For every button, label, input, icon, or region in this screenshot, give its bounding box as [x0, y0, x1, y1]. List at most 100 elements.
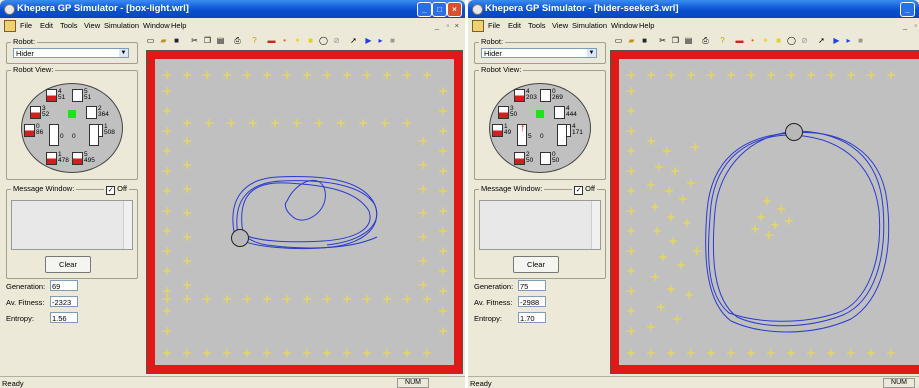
- menu-view[interactable]: View: [84, 21, 100, 30]
- light-tool-icon[interactable]: •: [280, 36, 289, 45]
- cut-icon[interactable]: ✂: [658, 36, 667, 45]
- menu-tools[interactable]: Tools: [60, 21, 78, 30]
- menu-help[interactable]: Help: [639, 21, 654, 30]
- open-icon[interactable]: ▰: [159, 36, 168, 45]
- message-area[interactable]: [479, 200, 601, 250]
- save-icon[interactable]: ■: [172, 36, 181, 45]
- wall-tool-icon[interactable]: ▬: [267, 36, 276, 45]
- num-lock-indicator: NUM: [883, 378, 915, 388]
- print-icon[interactable]: ⎙: [701, 36, 710, 45]
- entropy-field[interactable]: 1.70: [518, 312, 546, 323]
- generation-label: Generation:: [6, 282, 46, 291]
- menu-help[interactable]: Help: [171, 21, 186, 30]
- robot-select[interactable]: Hider ▼: [481, 48, 597, 58]
- box-tool-icon[interactable]: ■: [306, 36, 315, 45]
- box-tool-icon[interactable]: ■: [774, 36, 783, 45]
- robot-group: Robot: Hider ▼: [6, 37, 138, 64]
- menu-edit[interactable]: Edit: [508, 21, 521, 30]
- print-icon[interactable]: ⎙: [233, 36, 242, 45]
- copy-icon[interactable]: ❐: [671, 36, 680, 45]
- fitness-field[interactable]: -2323: [50, 296, 78, 307]
- wall-tool-icon[interactable]: ▬: [735, 36, 744, 45]
- generation-field[interactable]: 69: [50, 280, 78, 291]
- select-icon[interactable]: ➚: [817, 36, 826, 45]
- menu-tools[interactable]: Tools: [528, 21, 546, 30]
- save-icon[interactable]: ■: [640, 36, 649, 45]
- menu-window[interactable]: Window: [143, 21, 170, 30]
- arena[interactable]: [146, 50, 463, 374]
- document-icon[interactable]: [472, 20, 484, 32]
- sensor-value: 86: [36, 129, 44, 136]
- arena[interactable]: [610, 50, 919, 374]
- new-icon[interactable]: ▭: [614, 36, 623, 45]
- menu-file[interactable]: File: [20, 21, 32, 30]
- message-area[interactable]: [11, 200, 133, 250]
- menu-view[interactable]: View: [552, 21, 568, 30]
- app-icon[interactable]: [4, 4, 15, 15]
- fitness-field[interactable]: -2988: [518, 296, 546, 307]
- stop-icon[interactable]: ■: [856, 36, 865, 45]
- document-icon[interactable]: [4, 20, 16, 32]
- new-icon[interactable]: ▭: [146, 36, 155, 45]
- title-bar[interactable]: Khepera GP Simulator - [box-light.wrl] _…: [0, 0, 465, 18]
- run-icon[interactable]: ▶: [832, 36, 841, 45]
- maximize-icon[interactable]: □: [432, 2, 447, 17]
- robot[interactable]: [231, 229, 249, 247]
- check-icon[interactable]: ✓: [106, 186, 116, 195]
- app-icon[interactable]: [472, 4, 483, 15]
- disabled-tool-icon[interactable]: ⊘: [800, 36, 809, 45]
- sensor-value: 478: [58, 157, 69, 164]
- step-icon[interactable]: ▸: [376, 36, 385, 45]
- lamp-tool-icon[interactable]: ✦: [293, 36, 302, 45]
- off-checkbox[interactable]: ✓ Off: [572, 184, 597, 195]
- select-icon[interactable]: ➚: [349, 36, 358, 45]
- disabled-tool-icon[interactable]: ⊘: [332, 36, 341, 45]
- light-tool-icon[interactable]: •: [748, 36, 757, 45]
- robot[interactable]: [785, 123, 803, 141]
- menu-simulation[interactable]: Simulation: [104, 21, 139, 30]
- close-icon[interactable]: ×: [447, 2, 462, 17]
- title-bar[interactable]: Khepera GP Simulator - [hider-seeker3.wr…: [468, 0, 919, 18]
- minimize-icon[interactable]: _: [417, 2, 432, 17]
- mdi-minimize-icon[interactable]: _: [435, 21, 439, 30]
- paste-icon[interactable]: ▤: [684, 36, 693, 45]
- help-icon[interactable]: ?: [718, 36, 727, 45]
- robot-tool-icon[interactable]: ◯: [787, 36, 796, 45]
- open-icon[interactable]: ▰: [627, 36, 636, 45]
- robot-tool-icon[interactable]: ◯: [319, 36, 328, 45]
- sensor-value: 50: [510, 111, 518, 118]
- message-window-group: Message Window: ✓ Off Clear: [6, 184, 138, 279]
- chevron-down-icon[interactable]: ▼: [587, 49, 596, 57]
- menu-simulation[interactable]: Simulation: [572, 21, 607, 30]
- mdi-restore-icon[interactable]: ▫: [914, 21, 917, 30]
- menu-window[interactable]: Window: [611, 21, 638, 30]
- cut-icon[interactable]: ✂: [190, 36, 199, 45]
- menu-file[interactable]: File: [488, 21, 500, 30]
- robot-select-value: Hider: [16, 49, 34, 58]
- run-icon[interactable]: ▶: [364, 36, 373, 45]
- generation-field[interactable]: 75: [518, 280, 546, 291]
- off-checkbox[interactable]: ✓ Off: [104, 184, 129, 195]
- sensor-indicator: 3 52: [30, 105, 62, 119]
- sensor-value: 50: [526, 157, 534, 164]
- clear-button[interactable]: Clear: [45, 256, 91, 273]
- mdi-minimize-icon[interactable]: _: [903, 21, 907, 30]
- minimize-icon[interactable]: _: [900, 2, 915, 17]
- check-icon[interactable]: ✓: [574, 186, 584, 195]
- copy-icon[interactable]: ❐: [203, 36, 212, 45]
- stop-icon[interactable]: ■: [388, 36, 397, 45]
- step-icon[interactable]: ▸: [844, 36, 853, 45]
- help-icon[interactable]: ?: [250, 36, 259, 45]
- clear-button[interactable]: Clear: [513, 256, 559, 273]
- message-scrollbar[interactable]: [591, 201, 600, 249]
- entropy-field[interactable]: 1.56: [50, 312, 78, 323]
- paste-icon[interactable]: ▤: [216, 36, 225, 45]
- menu-edit[interactable]: Edit: [40, 21, 53, 30]
- lamp-tool-icon[interactable]: ✦: [761, 36, 770, 45]
- chevron-down-icon[interactable]: ▼: [119, 49, 128, 57]
- message-scrollbar[interactable]: [123, 201, 132, 249]
- mdi-restore-icon[interactable]: ▫: [446, 21, 449, 30]
- robot-trajectory: [705, 130, 890, 333]
- mdi-close-icon[interactable]: ×: [455, 21, 459, 30]
- robot-select[interactable]: Hider ▼: [13, 48, 129, 58]
